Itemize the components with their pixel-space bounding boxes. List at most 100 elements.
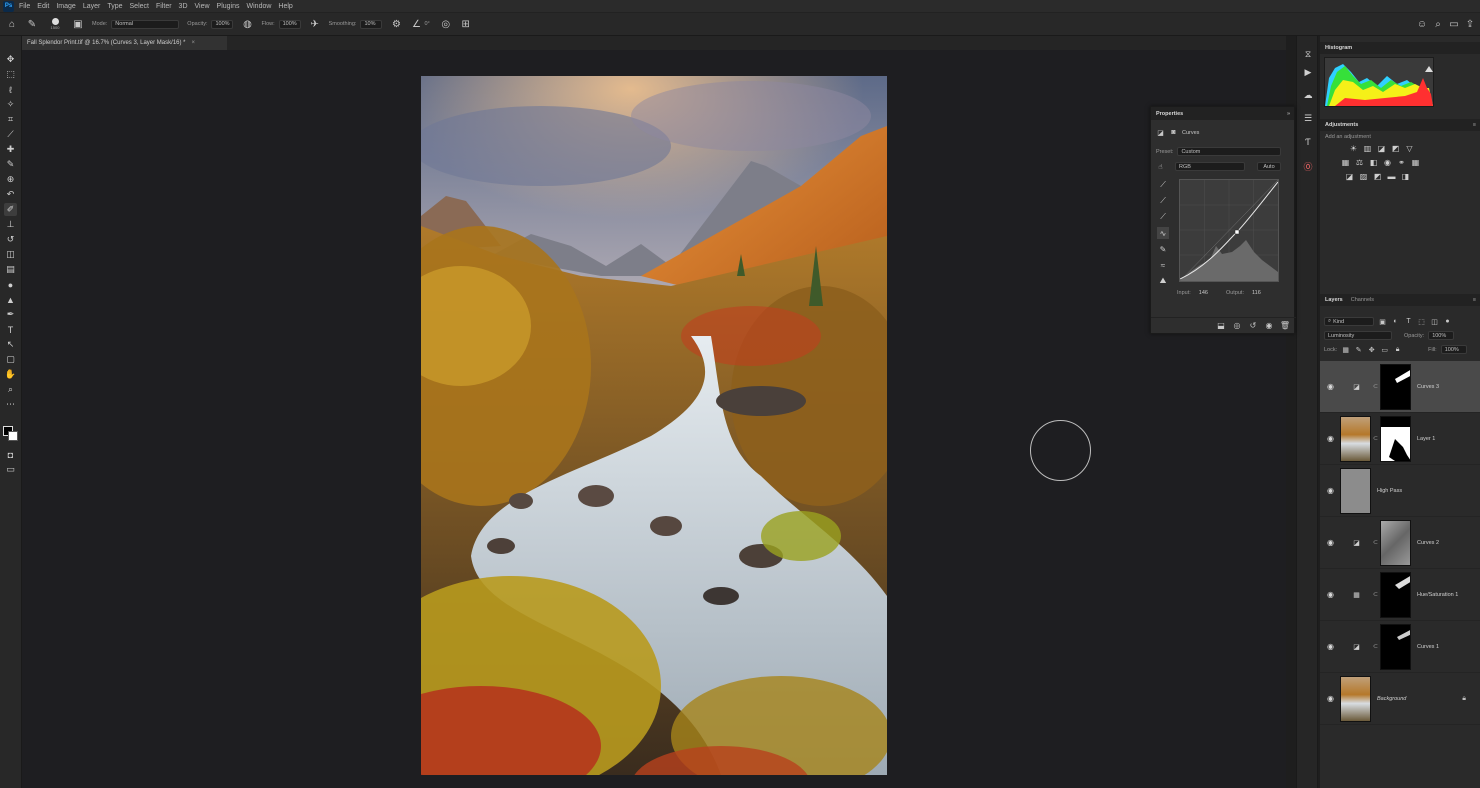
lock-pixels-icon[interactable]: ✎ [1354, 345, 1363, 354]
pen-tool-icon[interactable]: ✒ [4, 308, 17, 321]
color-lookup-icon[interactable]: ▦ [1410, 157, 1421, 167]
character-panel-icon[interactable]: Ƭ [1302, 136, 1314, 148]
link-icon[interactable]: ⊂ [1373, 643, 1378, 650]
filter-adjustment-icon[interactable]: ◐ [1391, 317, 1400, 326]
airbrush-icon[interactable]: ✈ [309, 18, 321, 30]
path-select-tool-icon[interactable]: ↖ [4, 338, 17, 351]
hue-saturation-icon[interactable]: ▦ [1340, 157, 1351, 167]
posterize-icon[interactable]: ▨ [1358, 171, 1369, 181]
brush-tool-selected-icon[interactable]: ✐ [4, 203, 17, 216]
brush-tool-icon[interactable]: ✎ [26, 18, 38, 30]
input-value[interactable]: 146 [1199, 290, 1208, 296]
curve-graph[interactable] [1179, 179, 1279, 282]
output-value[interactable]: 116 [1252, 290, 1261, 296]
mode-select[interactable]: Normal [111, 19, 180, 29]
color-swatches[interactable] [3, 426, 19, 442]
eye-icon[interactable]: ◉ [1326, 434, 1335, 443]
link-icon[interactable]: ⊂ [1373, 435, 1378, 442]
auto-button[interactable]: Auto [1257, 162, 1281, 171]
document-image[interactable] [421, 76, 887, 775]
menu-view[interactable]: View [195, 3, 210, 10]
lock-position-icon[interactable]: ✥ [1367, 345, 1376, 354]
tab-layers[interactable]: Layers [1325, 297, 1343, 303]
layer-row[interactable]: ◉ ▦ ⊂ Hue/Saturation 1 [1320, 569, 1480, 621]
menu-window[interactable]: Window [247, 3, 272, 10]
menu-image[interactable]: Image [56, 3, 75, 10]
layer-row[interactable]: ◉ ◪ ⊂ Curves 2 [1320, 517, 1480, 569]
eye-icon[interactable]: ◉ [1326, 486, 1335, 495]
photo-filter-icon[interactable]: ◉ [1382, 157, 1393, 167]
clip-to-layer-icon[interactable]: ⬓ [1216, 321, 1226, 331]
more-tools-icon[interactable]: ⋯ [4, 398, 17, 411]
layer-opacity-field[interactable]: 100% [1428, 331, 1455, 340]
search-icon[interactable]: ⌕ [1432, 18, 1444, 30]
layer-row[interactable]: ◉ High Pass [1320, 465, 1480, 517]
exposure-icon[interactable]: ◩ [1390, 143, 1401, 153]
angle-value[interactable]: 0° [424, 21, 429, 27]
layer-name[interactable]: Curves 2 [1417, 540, 1439, 546]
stamp-tool-icon[interactable]: ⊥ [4, 218, 17, 231]
layer-name[interactable]: High Pass [1377, 488, 1402, 494]
filter-toggle-icon[interactable]: ● [1443, 317, 1452, 326]
layer-name[interactable]: Curves 3 [1417, 384, 1439, 390]
layer-row[interactable]: ◉ Background 🔒︎ [1320, 673, 1480, 725]
layer-mask-thumbnail[interactable] [1380, 415, 1411, 462]
preset-select[interactable]: Custom [1177, 147, 1282, 156]
layer-mask-thumbnail[interactable] [1380, 363, 1411, 410]
mask-icon[interactable]: ◙ [1169, 128, 1178, 137]
menu-help[interactable]: Help [278, 3, 292, 10]
blur-tool-icon[interactable]: ● [4, 278, 17, 291]
layers-panel-menu-icon[interactable]: ≡ [1473, 297, 1476, 303]
plugin-panel-icon[interactable]: ⓪ [1302, 160, 1314, 172]
blend-mode-select[interactable]: Luminosity [1324, 331, 1392, 340]
dodge-tool-icon[interactable]: ▲ [4, 293, 17, 306]
layer-thumbnail[interactable] [1340, 675, 1371, 722]
link-icon[interactable]: ⊂ [1373, 539, 1378, 546]
menu-plugins[interactable]: Plugins [217, 3, 240, 10]
background-color-swatch[interactable] [8, 431, 18, 441]
menu-select[interactable]: Select [130, 3, 149, 10]
levels-icon[interactable]: ▥ [1362, 143, 1373, 153]
channel-mixer-icon[interactable]: ⚭ [1396, 157, 1407, 167]
lock-artboard-icon[interactable]: ▭ [1380, 345, 1389, 354]
eraser-tool-icon[interactable]: ◫ [4, 248, 17, 261]
menu-layer[interactable]: Layer [83, 3, 101, 10]
gradient-map-icon[interactable]: ▬ [1386, 171, 1397, 181]
eye-icon[interactable]: ◉ [1326, 590, 1335, 599]
eye-icon[interactable]: ◉ [1326, 694, 1335, 703]
histogram-title[interactable]: Histogram [1325, 45, 1352, 51]
adjustments-title[interactable]: Adjustments [1325, 122, 1358, 128]
lock-transparency-icon[interactable]: ▦ [1341, 345, 1350, 354]
shape-tool-icon[interactable]: ▢ [4, 353, 17, 366]
white-point-eyedropper-icon[interactable]: ⟋ [1157, 211, 1169, 223]
marquee-tool-icon[interactable]: ⬚ [4, 68, 17, 81]
document-tab[interactable]: Fall Splendor Print.tif @ 16.7% (Curves … [22, 36, 227, 50]
filter-pixel-icon[interactable]: ▣ [1378, 317, 1387, 326]
smoothing-field[interactable]: 10% [360, 19, 383, 29]
flow-field[interactable]: 100% [278, 19, 301, 29]
lock-all-icon[interactable]: 🔒︎ [1393, 345, 1402, 354]
filter-type-icon[interactable]: T [1404, 317, 1413, 326]
view-previous-icon[interactable]: ◎ [1232, 321, 1242, 331]
layer-filter-select[interactable]: ⌕ Kind [1324, 317, 1374, 326]
hand-tool-icon[interactable]: ✋ [4, 368, 17, 381]
edit-points-icon[interactable]: ∿ [1157, 227, 1169, 239]
selective-color-icon[interactable]: ◨ [1400, 171, 1411, 181]
reset-icon[interactable]: ↺ [1248, 321, 1258, 331]
zoom-tool-icon[interactable]: ⌕ [4, 383, 17, 396]
brightness-contrast-icon[interactable]: ☀ [1348, 143, 1359, 153]
visibility-icon[interactable]: ◉ [1264, 321, 1274, 331]
opacity-field[interactable]: 100% [211, 19, 234, 29]
close-icon[interactable]: × [192, 40, 196, 46]
canvas-area[interactable] [22, 50, 1286, 788]
pressure-opacity-icon[interactable]: ◍ [241, 18, 253, 30]
brush-settings-icon[interactable]: ▣ [72, 18, 84, 30]
smooth-curve-icon[interactable]: ≈ [1157, 259, 1169, 271]
gray-point-eyedropper-icon[interactable]: ⟋ [1157, 195, 1169, 207]
tab-channels[interactable]: Channels [1351, 297, 1374, 303]
eye-icon[interactable]: ◉ [1326, 382, 1335, 391]
type-tool-icon[interactable]: T [4, 323, 17, 336]
quick-select-tool-icon[interactable]: ✧ [4, 98, 17, 111]
draw-curve-icon[interactable]: ✎ [1157, 243, 1169, 255]
layer-mask-thumbnail[interactable] [1380, 623, 1411, 670]
